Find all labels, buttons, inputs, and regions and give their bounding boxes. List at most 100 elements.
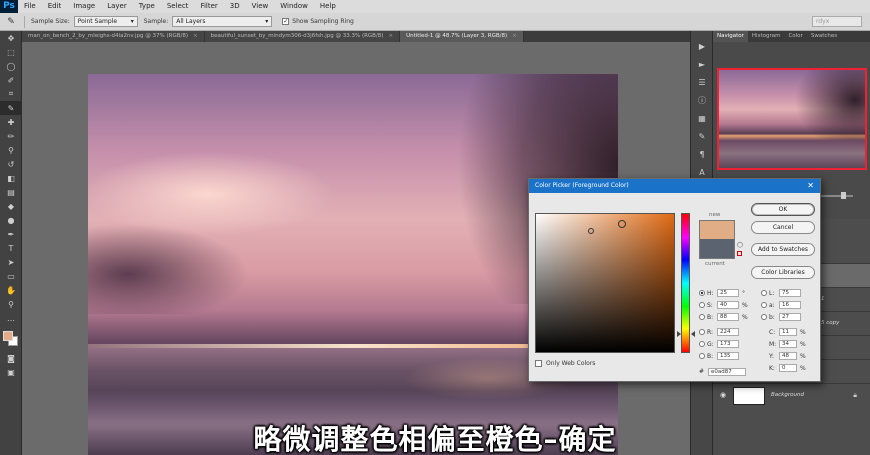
menu-window[interactable]: Window (274, 0, 314, 13)
gamut-warning-icon[interactable]: ⬡ (737, 241, 743, 249)
eyedropper-icon[interactable]: ✎ (4, 16, 18, 28)
eraser-tool-icon[interactable]: ◧ (0, 171, 22, 185)
workspace-select[interactable]: rdyx (812, 16, 862, 27)
menu-view[interactable]: View (246, 0, 275, 13)
move-tool-icon[interactable]: ✥ (0, 31, 22, 45)
saturation-field[interactable]: S: 40% (699, 301, 748, 309)
hue-arrow-right-icon[interactable] (691, 331, 695, 337)
tab-man-on-bench[interactable]: man_on_bench_2_by_mleighs-d4la2nv.jpg @ … (22, 31, 205, 42)
cancel-button[interactable]: Cancel (751, 221, 815, 234)
properties-icon[interactable]: ▦ (691, 109, 713, 127)
lab-l-input[interactable]: 75 (779, 289, 801, 297)
hue-radio[interactable] (699, 290, 705, 296)
red-input[interactable]: 224 (717, 328, 739, 336)
adjustments-icon[interactable]: ☰ (691, 73, 713, 91)
current-color-swatch[interactable] (699, 239, 735, 259)
play-icon[interactable]: ► (691, 55, 713, 73)
menu-file[interactable]: File (18, 0, 42, 13)
menu-type[interactable]: Type (133, 0, 161, 13)
close-icon[interactable]: × (388, 33, 393, 39)
gradient-tool-icon[interactable]: ▤ (0, 185, 22, 199)
blue-input[interactable]: 135 (717, 352, 739, 360)
tab-navigator[interactable]: Navigator (713, 31, 748, 42)
lab-b-radio[interactable] (761, 314, 767, 320)
hue-input[interactable]: 25 (717, 289, 739, 297)
lab-l-radio[interactable] (761, 290, 767, 296)
lab-a-field[interactable]: a: 16 (761, 301, 801, 309)
info-icon[interactable]: ⓘ (691, 91, 713, 109)
green-field[interactable]: G: 173 (699, 340, 739, 348)
type-tool-icon[interactable]: T (0, 241, 22, 255)
foreground-color-swatch[interactable] (3, 331, 13, 341)
quick-mask-icon[interactable]: ◙ (0, 351, 22, 365)
dodge-tool-icon[interactable]: ● (0, 213, 22, 227)
crop-tool-icon[interactable]: ⌗ (0, 87, 22, 101)
magenta-field[interactable]: M: 34% (769, 340, 806, 348)
close-icon[interactable]: × (512, 33, 517, 39)
tab-swatches[interactable]: Swatches (807, 31, 841, 42)
blur-tool-icon[interactable]: ◆ (0, 199, 22, 213)
hand-tool-icon[interactable]: ✋ (0, 283, 22, 297)
quick-select-tool-icon[interactable]: ✐ (0, 73, 22, 87)
ok-button[interactable]: OK (751, 203, 815, 216)
magenta-input[interactable]: 34 (779, 340, 797, 348)
history-brush-icon[interactable]: ↺ (0, 157, 22, 171)
sample-size-select[interactable]: Point Sample ▾ (73, 16, 138, 27)
sample-select[interactable]: All Layers ▾ (172, 16, 273, 27)
close-icon[interactable]: × (193, 33, 198, 39)
more-tools-icon[interactable]: … (0, 311, 22, 325)
history-icon[interactable]: ▶ (691, 37, 713, 55)
web-safe-cube-icon[interactable] (737, 251, 742, 256)
hex-field[interactable]: # e0ad87 (699, 368, 747, 376)
menu-filter[interactable]: Filter (194, 0, 223, 13)
blue-radio[interactable] (699, 353, 705, 359)
lab-a-input[interactable]: 16 (779, 301, 801, 309)
show-ring-checkbox[interactable]: ✓ (282, 18, 290, 25)
lab-a-radio[interactable] (761, 302, 767, 308)
menu-select[interactable]: Select (161, 0, 195, 13)
add-to-swatches-button[interactable]: Add to Swatches (751, 243, 815, 256)
lasso-tool-icon[interactable]: ◯ (0, 59, 22, 73)
screen-mode-icon[interactable]: ▣ (0, 365, 22, 379)
close-icon[interactable]: ✕ (807, 179, 814, 193)
menu-image[interactable]: Image (67, 0, 101, 13)
tab-untitled-1[interactable]: Untitled-1 @ 48.7% (Layer 3, RGB/8) × (400, 31, 524, 42)
zoom-slider-knob[interactable] (841, 192, 846, 199)
tab-beautiful-sunset[interactable]: beautiful_sunset_by_mindym306-d3j6fsh.jp… (204, 31, 401, 42)
menu-edit[interactable]: Edit (42, 0, 68, 13)
hue-arrow-left-icon[interactable] (677, 331, 681, 337)
brightness-radio[interactable] (699, 314, 705, 320)
web-colors-option[interactable]: Only Web Colors (535, 360, 595, 367)
eye-icon[interactable]: ◉ (720, 391, 726, 399)
web-colors-checkbox[interactable] (535, 360, 542, 367)
menu-layer[interactable]: Layer (101, 0, 133, 13)
color-marker[interactable] (618, 220, 626, 228)
hue-field[interactable]: H: 25 ° (699, 289, 745, 297)
lab-l-field[interactable]: L: 75 (761, 289, 801, 297)
red-radio[interactable] (699, 329, 705, 335)
shape-tool-icon[interactable]: ▭ (0, 269, 22, 283)
brush-tool-icon[interactable]: ✏ (0, 129, 22, 143)
yellow-field[interactable]: Y: 48% (769, 352, 806, 360)
saturation-brightness-field[interactable] (535, 213, 675, 353)
blue-field[interactable]: B: 135 (699, 352, 739, 360)
saturation-radio[interactable] (699, 302, 705, 308)
color-libraries-button[interactable]: Color Libraries (751, 266, 815, 279)
saturation-input[interactable]: 40 (717, 301, 739, 309)
path-select-tool-icon[interactable]: ➤ (0, 255, 22, 269)
dialog-titlebar[interactable]: Color Picker (Foreground Color) ✕ (529, 179, 820, 193)
menu-3d[interactable]: 3D (224, 0, 246, 13)
navigator-preview[interactable] (717, 68, 867, 170)
cyan-input[interactable]: 11 (779, 328, 797, 336)
green-input[interactable]: 173 (717, 340, 739, 348)
brightness-field[interactable]: B: 88% (699, 313, 748, 321)
black-field[interactable]: K: 0% (769, 364, 806, 372)
menu-help[interactable]: Help (314, 0, 342, 13)
paragraph-icon[interactable]: ¶ (691, 145, 713, 163)
hue-slider[interactable] (681, 213, 690, 353)
healing-tool-icon[interactable]: ✚ (0, 115, 22, 129)
pen-tool-icon[interactable]: ✒ (0, 227, 22, 241)
yellow-input[interactable]: 48 (779, 352, 797, 360)
cyan-field[interactable]: C: 11% (769, 328, 806, 336)
green-radio[interactable] (699, 341, 705, 347)
